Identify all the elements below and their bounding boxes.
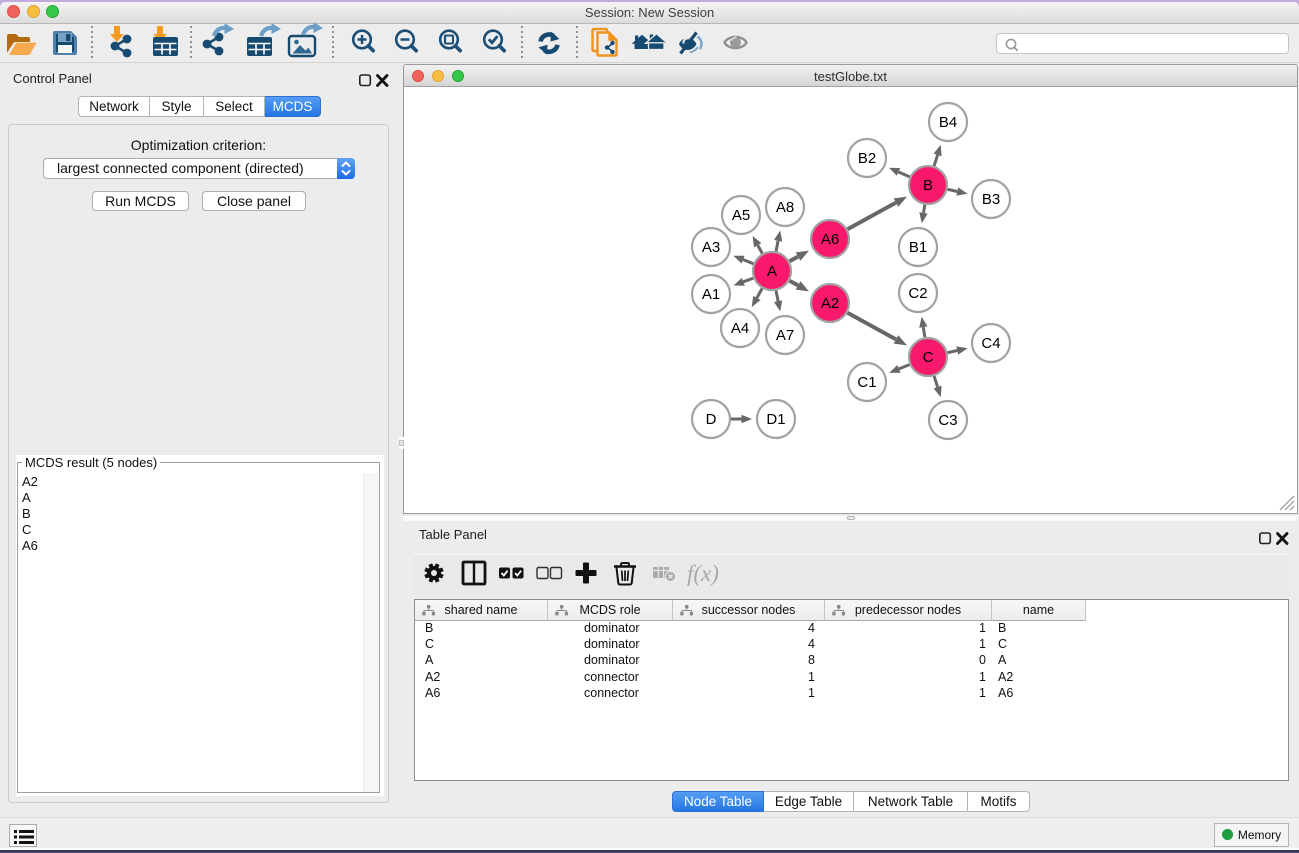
- svg-text:D: D: [706, 411, 717, 428]
- svg-text:C2: C2: [908, 285, 927, 302]
- svg-text:A6: A6: [821, 231, 839, 248]
- svg-text:A: A: [767, 263, 777, 280]
- svg-text:A1: A1: [702, 286, 720, 303]
- svg-text:B4: B4: [939, 114, 957, 131]
- svg-text:B1: B1: [909, 239, 927, 256]
- svg-text:B2: B2: [858, 150, 876, 167]
- svg-text:B3: B3: [982, 191, 1000, 208]
- svg-text:B: B: [923, 177, 933, 194]
- svg-text:C4: C4: [981, 335, 1000, 352]
- svg-text:A3: A3: [702, 239, 720, 256]
- svg-text:A8: A8: [776, 199, 794, 216]
- svg-text:A4: A4: [731, 320, 749, 337]
- svg-text:C1: C1: [857, 374, 876, 391]
- svg-text:D1: D1: [766, 411, 785, 428]
- svg-text:f(x): f(x): [687, 561, 719, 586]
- svg-text:C3: C3: [938, 412, 957, 429]
- svg-text:A2: A2: [821, 295, 839, 312]
- svg-text:A5: A5: [732, 207, 750, 224]
- svg-text:A7: A7: [776, 327, 794, 344]
- svg-text:C: C: [923, 349, 934, 366]
